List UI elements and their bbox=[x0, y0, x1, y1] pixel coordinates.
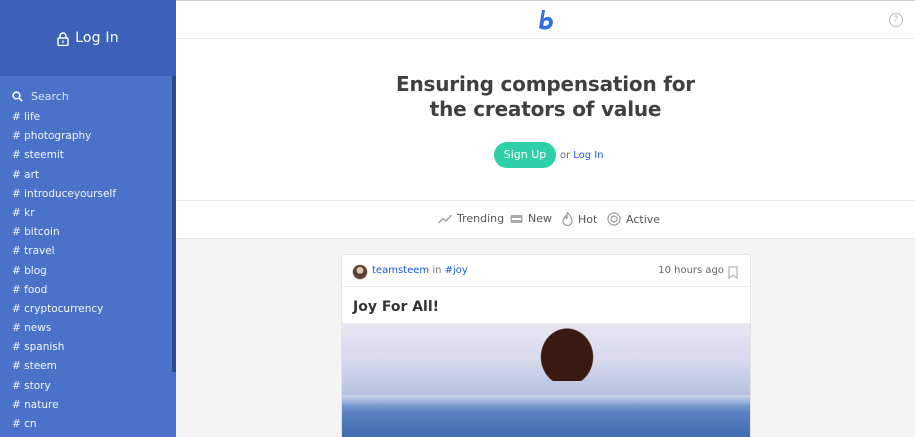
flame-icon bbox=[562, 212, 573, 226]
post-image-figure bbox=[534, 321, 600, 381]
tag-item[interactable]: # steem bbox=[12, 359, 116, 378]
post-header: teamsteem in #joy 10 hours ago bbox=[342, 255, 750, 287]
sort-new[interactable]: New bbox=[510, 212, 552, 225]
tag-item[interactable]: # nature bbox=[12, 398, 116, 417]
help-icon[interactable]: ? bbox=[889, 13, 903, 27]
top-header: ? bbox=[176, 0, 915, 39]
or-text: or bbox=[560, 149, 571, 161]
tag-item[interactable]: # cn bbox=[12, 417, 116, 436]
post-card[interactable]: teamsteem in #joy 10 hours ago Joy For A… bbox=[341, 254, 751, 437]
author-link[interactable]: teamsteem bbox=[372, 265, 429, 276]
signup-button[interactable]: Sign Up bbox=[494, 142, 556, 168]
new-icon bbox=[510, 214, 523, 223]
sort-hot[interactable]: Hot bbox=[562, 212, 597, 226]
tag-item[interactable]: # news bbox=[12, 321, 116, 340]
signup-row: Sign Up or Log In bbox=[494, 142, 604, 168]
post-image-clouds bbox=[342, 395, 750, 413]
search-placeholder: Search bbox=[31, 89, 69, 103]
hero-title-line2: the creators of value bbox=[429, 97, 662, 121]
tag-item[interactable]: # cryptocurrency bbox=[12, 302, 116, 321]
sort-new-label: New bbox=[528, 212, 552, 225]
hero-title: Ensuring compensation for the creators o… bbox=[176, 72, 915, 122]
bookmark-icon[interactable] bbox=[728, 266, 738, 279]
sort-trending[interactable]: Trending bbox=[438, 212, 504, 225]
trending-icon bbox=[438, 214, 452, 223]
sort-active[interactable]: Active bbox=[607, 212, 660, 226]
tag-item[interactable]: # story bbox=[12, 379, 116, 398]
post-tag-link[interactable]: #joy bbox=[445, 265, 468, 276]
tag-item[interactable]: # food bbox=[12, 283, 116, 302]
sort-trending-label: Trending bbox=[457, 212, 505, 225]
busy-logo-icon[interactable] bbox=[536, 8, 558, 32]
sidebar-login-button[interactable]: Log In bbox=[0, 0, 176, 76]
tag-item[interactable]: # introduceyourself bbox=[12, 187, 116, 206]
search-icon bbox=[12, 90, 23, 102]
tag-item[interactable]: # photography bbox=[12, 129, 116, 148]
tag-item[interactable]: # steemit bbox=[12, 148, 116, 167]
post-byline: teamsteem in #joy bbox=[372, 265, 468, 276]
sidebar-login-label: Log In bbox=[75, 30, 119, 46]
tag-list: # life # photography # steemit # art # i… bbox=[12, 110, 116, 436]
sort-bar: Trending New Hot Active bbox=[176, 201, 915, 239]
lock-icon bbox=[57, 32, 69, 46]
tag-item[interactable]: # kr bbox=[12, 206, 116, 225]
sidebar: Log In Search # life # photography # ste… bbox=[0, 0, 176, 437]
post-time: 10 hours ago bbox=[658, 265, 724, 276]
hero-section: Ensuring compensation for the creators o… bbox=[176, 39, 915, 201]
login-link[interactable]: Log In bbox=[573, 150, 603, 161]
tag-item[interactable]: # life bbox=[12, 110, 116, 129]
post-title[interactable]: Joy For All! bbox=[353, 299, 439, 315]
feed-area: Trending New Hot Active teamsteem in #jo… bbox=[176, 201, 915, 437]
tag-item[interactable]: # spanish bbox=[12, 340, 116, 359]
in-text: in bbox=[432, 265, 442, 276]
sort-active-label: Active bbox=[626, 212, 661, 226]
active-icon bbox=[607, 212, 621, 226]
sort-hot-label: Hot bbox=[578, 212, 598, 226]
sidebar-search[interactable]: Search bbox=[12, 88, 69, 104]
tag-item[interactable]: # travel bbox=[12, 244, 116, 263]
tag-item[interactable]: # bitcoin bbox=[12, 225, 116, 244]
tag-item[interactable]: # blog bbox=[12, 264, 116, 283]
tag-item[interactable]: # art bbox=[12, 168, 116, 187]
avatar[interactable] bbox=[352, 264, 368, 280]
hero-title-line1: Ensuring compensation for bbox=[396, 72, 695, 96]
